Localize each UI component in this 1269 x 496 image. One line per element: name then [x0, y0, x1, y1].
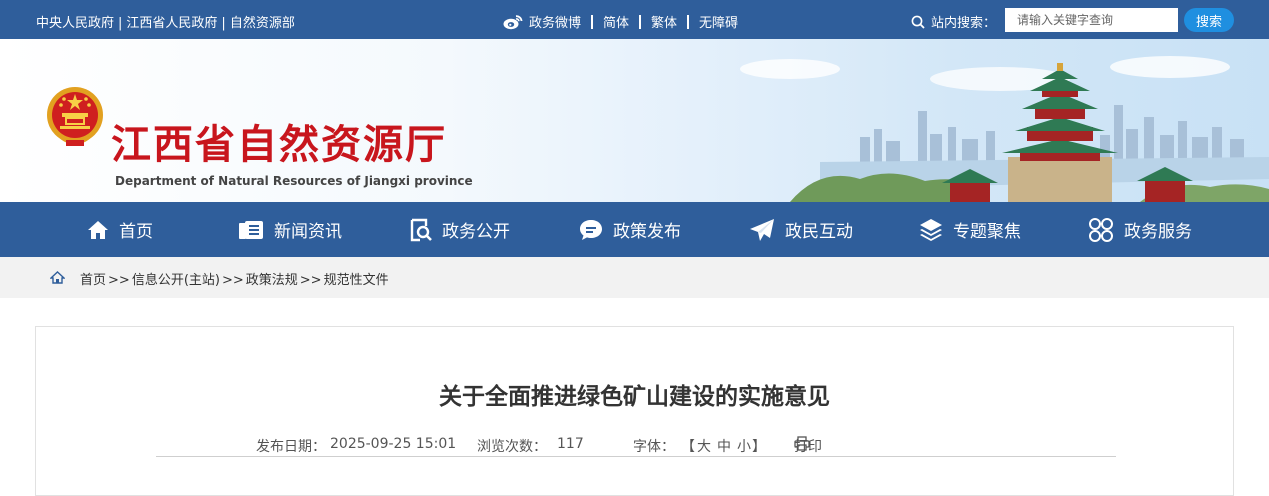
article-meta: 发布日期： 2025-09-25 15:01 浏览次数： 117 字体： 【 大… [156, 436, 1116, 457]
breadcrumb-policy[interactable]: 政策法规 [246, 273, 298, 288]
font-size-medium-button[interactable]: 中 [717, 436, 731, 456]
link-ministry[interactable]: 自然资源部 [230, 16, 295, 31]
nav-item-news[interactable]: 新闻资讯 [238, 202, 342, 257]
divider [591, 14, 594, 29]
search-icon [911, 15, 925, 29]
layers-icon [920, 218, 942, 241]
site-search-label: 站内搜索： [911, 12, 996, 31]
font-size-label: 字体： [633, 439, 675, 455]
nav-item-interaction[interactable]: 政民互动 [749, 202, 853, 257]
nav-label: 政民互动 [785, 222, 853, 242]
top-bar: 中央人民政府 | 江西省人民政府 | 自然资源部 政务微博 简体 繁体 无障碍 站内搜索… [0, 0, 1269, 39]
link-jiangxi-gov[interactable]: 江西省人民政府 [126, 16, 217, 31]
main-nav: 首页 新闻资讯 政务公开 政策发布 政民互动 专题聚焦 政务服务 [0, 202, 1269, 257]
print-label: 打印 [794, 439, 822, 455]
link-separator: | [118, 16, 123, 31]
traditional-chinese-link[interactable]: 繁体 [651, 12, 677, 31]
gov-links: 中央人民政府 | 江西省人民政府 | 自然资源部 [36, 12, 295, 31]
view-count: 117 [557, 436, 584, 452]
link-separator: | [221, 16, 226, 31]
nav-label: 政策发布 [613, 222, 681, 242]
breadcrumb-separator: >> [221, 273, 244, 288]
article-panel: 关于全面推进绿色矿山建设的实施意见 发布日期： 2025-09-25 15:01… [35, 326, 1234, 496]
breadcrumb-separator: >> [108, 273, 130, 288]
article-title: 关于全面推进绿色矿山建设的实施意见 [439, 384, 830, 410]
national-emblem-icon [47, 87, 103, 146]
tengwang-pavilion-image [740, 56, 1269, 202]
home-icon [88, 220, 108, 239]
publish-date-label: 发布日期： [256, 439, 326, 455]
bracket-close: 】 [752, 439, 766, 455]
weibo-link[interactable]: 政务微博 [503, 12, 581, 31]
nav-item-home[interactable]: 首页 [87, 202, 153, 257]
link-central-gov[interactable]: 中央人民政府 [36, 16, 114, 31]
news-icon [239, 220, 263, 239]
bracket-open: 【 [681, 439, 695, 455]
divider [687, 14, 690, 29]
print-button[interactable]: 打印 [794, 436, 822, 455]
nav-label: 政务公开 [442, 222, 510, 242]
view-count-label: 浏览次数： [477, 439, 547, 455]
search-input[interactable] [1005, 8, 1178, 32]
header-banner: 江西省自然资源厅 Department of Natural Resources… [0, 39, 1269, 202]
breadcrumb-normative-docs[interactable]: 规范性文件 [324, 273, 389, 288]
chat-icon [580, 219, 602, 240]
nav-label: 政务服务 [1124, 222, 1192, 242]
nav-label: 专题聚焦 [953, 222, 1021, 242]
site-subtitle: Department of Natural Resources of Jiang… [115, 174, 473, 188]
font-size-large-button[interactable]: 大 [697, 436, 711, 456]
paper-plane-icon [750, 218, 774, 241]
font-size-small-button[interactable]: 小 [737, 436, 751, 456]
home-icon [50, 271, 65, 284]
grid-circles-icon [1089, 217, 1113, 242]
breadcrumb-home[interactable]: 首页 [80, 273, 106, 288]
search-label-text: 站内搜索： [931, 16, 997, 31]
divider [639, 14, 642, 29]
weibo-icon [503, 14, 523, 29]
nav-label: 新闻资讯 [274, 222, 342, 242]
search-button[interactable]: 搜索 [1184, 8, 1234, 32]
accessibility-link[interactable]: 无障碍 [699, 12, 738, 31]
top-tools: 政务微博 简体 繁体 无障碍 [503, 12, 738, 31]
breadcrumb-trail: 首页 >> 信息公开(主站) >> 政策法规 >> 规范性文件 [80, 269, 389, 288]
simplified-chinese-link[interactable]: 简体 [603, 12, 629, 31]
nav-item-policy[interactable]: 政策发布 [579, 202, 681, 257]
site-title: 江西省自然资源厅 [111, 121, 447, 168]
search-doc-icon [410, 218, 432, 241]
breadcrumb-separator: >> [299, 273, 322, 288]
breadcrumb-info-open[interactable]: 信息公开(主站) [132, 273, 220, 288]
nav-label: 首页 [119, 222, 153, 242]
publish-date: 2025-09-25 15:01 [330, 436, 457, 452]
nav-item-topics[interactable]: 专题聚焦 [919, 202, 1021, 257]
weibo-label: 政务微博 [529, 16, 582, 31]
nav-item-services[interactable]: 政务服务 [1088, 202, 1192, 257]
nav-item-gov-affairs[interactable]: 政务公开 [410, 202, 510, 257]
breadcrumb: 首页 >> 信息公开(主站) >> 政策法规 >> 规范性文件 [0, 257, 1269, 298]
